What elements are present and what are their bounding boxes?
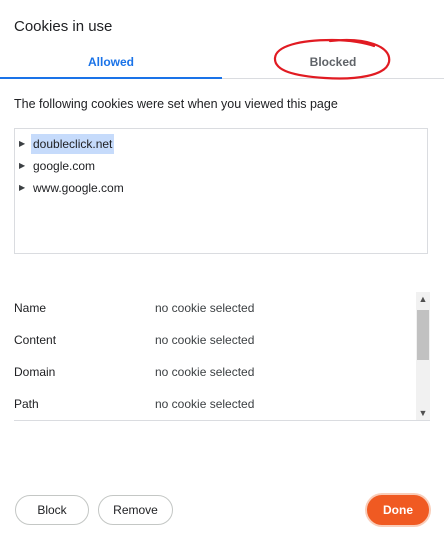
triangle-right-icon[interactable]: ▶	[19, 178, 27, 198]
block-button[interactable]: Block	[15, 495, 89, 525]
chevron-down-icon[interactable]: ▼	[416, 406, 430, 420]
dialog-title: Cookies in use	[14, 18, 113, 35]
triangle-right-icon[interactable]: ▶	[19, 134, 27, 154]
cookies-description: The following cookies were set when you …	[14, 97, 338, 111]
tab-bar: Allowed Blocked	[0, 48, 444, 79]
remove-button[interactable]: Remove	[98, 495, 173, 525]
tree-item[interactable]: ▶ doubleclick.net	[19, 134, 115, 154]
cookies-dialog: Cookies in use Allowed Blocked The follo…	[0, 0, 444, 542]
chevron-up-icon[interactable]: ▲	[416, 292, 430, 306]
tree-item-label: doubleclick.net	[31, 134, 115, 154]
tree-item-label: www.google.com	[33, 181, 124, 195]
cookie-details-panel: Name no cookie selected Content no cooki…	[14, 292, 430, 421]
tree-item[interactable]: ▶ www.google.com	[19, 178, 126, 198]
detail-key: Domain	[14, 365, 56, 379]
detail-value: no cookie selected	[155, 365, 255, 379]
cookie-tree[interactable]: ▶ doubleclick.net ▶ google.com ▶ www.goo…	[14, 128, 428, 254]
detail-key: Name	[14, 301, 47, 315]
tree-item-label: google.com	[33, 159, 96, 173]
tab-allowed[interactable]: Allowed	[0, 48, 222, 79]
detail-key: Path	[14, 397, 39, 411]
done-button[interactable]: Done	[367, 495, 429, 525]
detail-value: no cookie selected	[155, 397, 255, 411]
details-scrollbar[interactable]: ▲ ▼	[416, 292, 430, 420]
detail-key: Content	[14, 333, 57, 347]
detail-value: no cookie selected	[155, 301, 255, 315]
scrollbar-thumb[interactable]	[417, 310, 429, 360]
tree-item[interactable]: ▶ google.com	[19, 156, 97, 176]
triangle-right-icon[interactable]: ▶	[19, 156, 27, 176]
detail-value: no cookie selected	[155, 333, 255, 347]
tab-blocked[interactable]: Blocked	[222, 48, 444, 78]
